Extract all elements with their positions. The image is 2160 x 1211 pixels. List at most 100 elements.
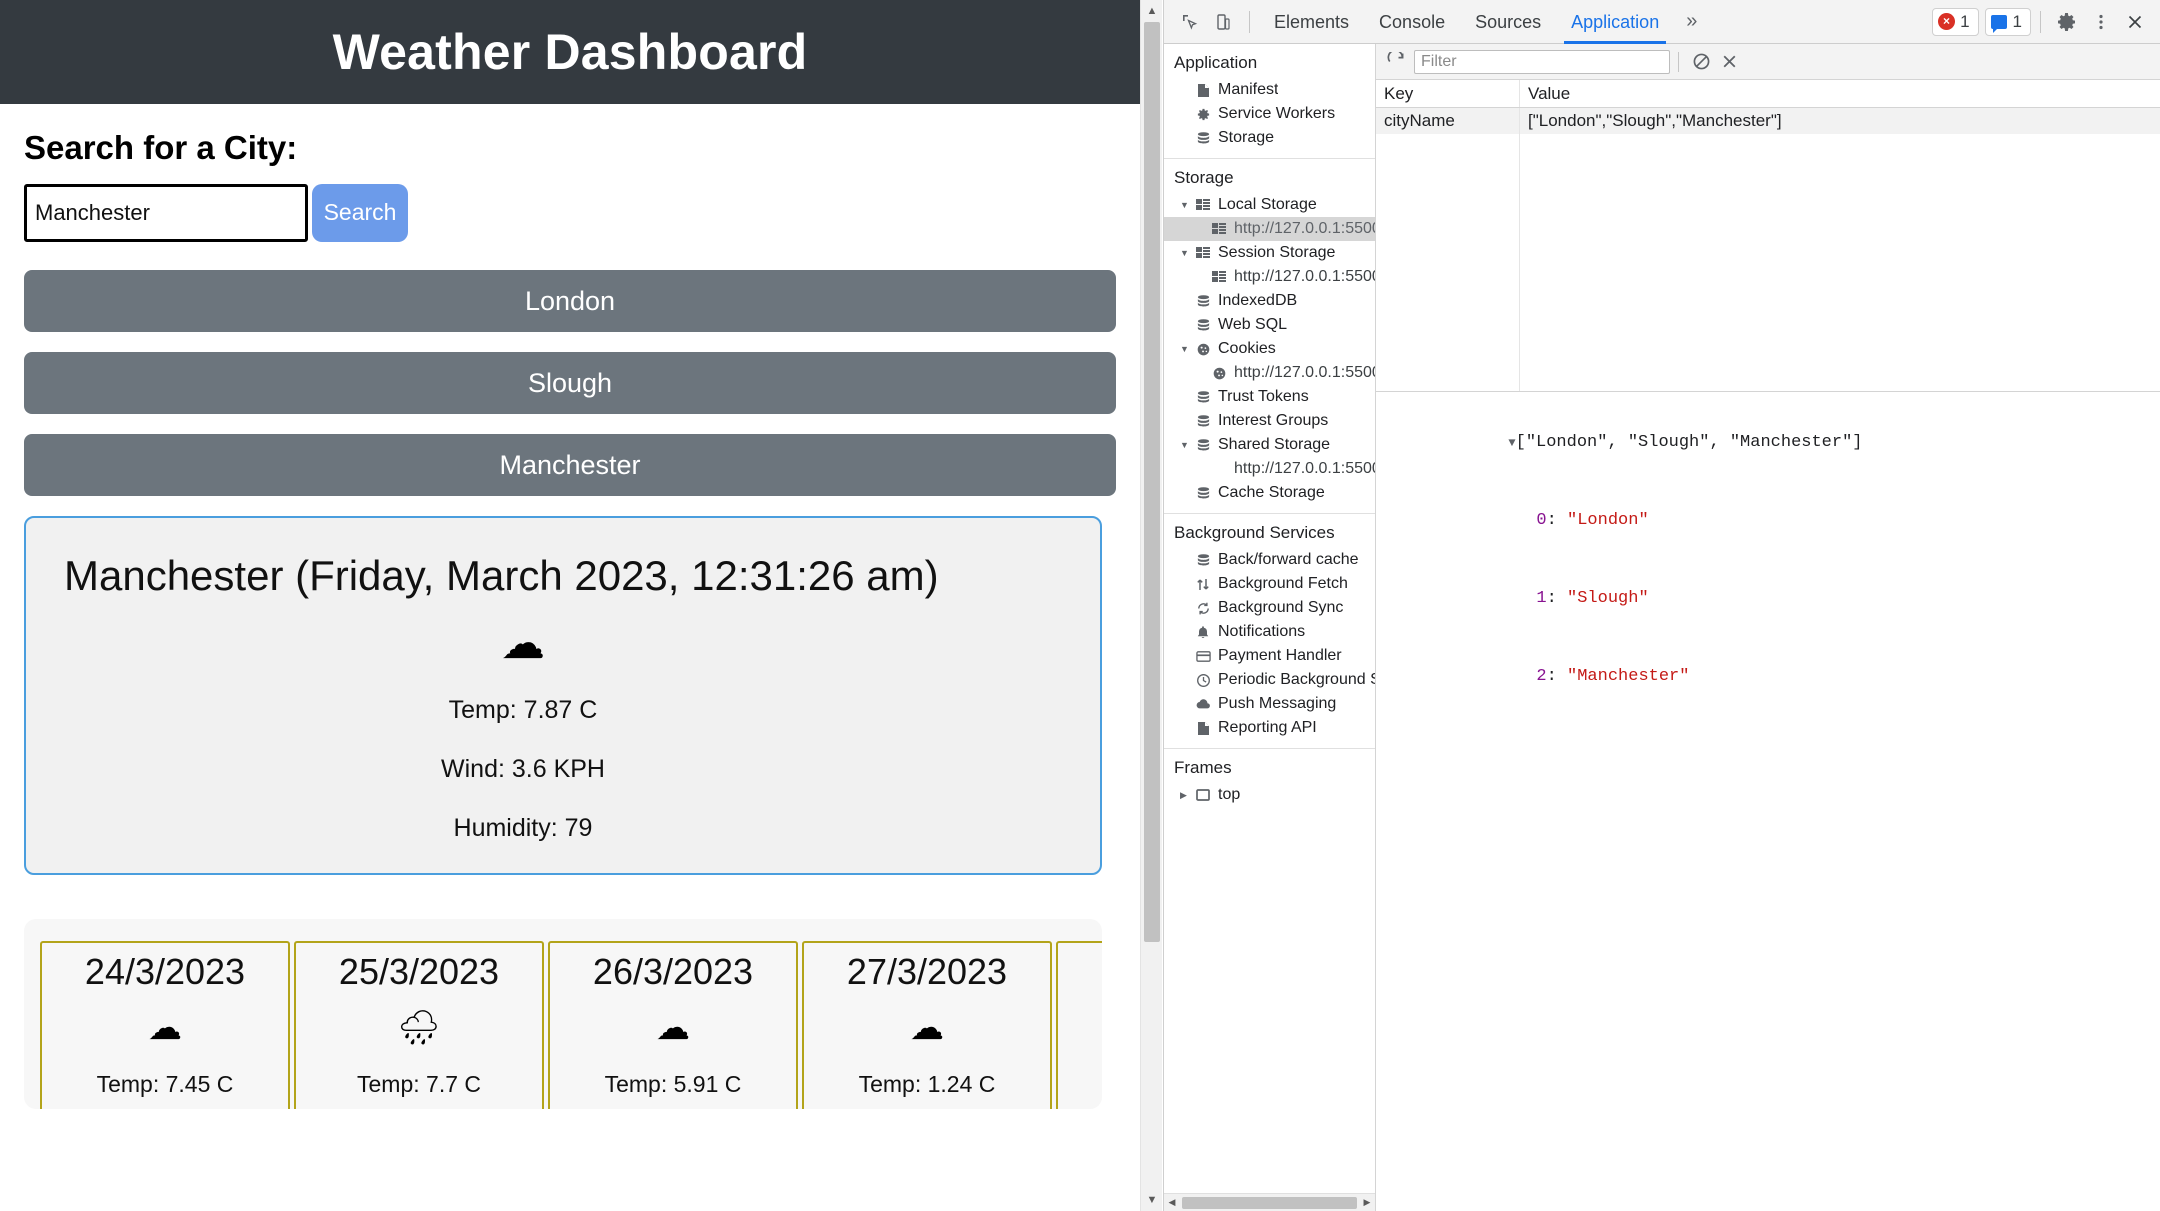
sidebar-item-cookies-origin[interactable]: http://127.0.0.1:5500	[1164, 361, 1375, 385]
sidebar-item-local-storage[interactable]: ▼ Local Storage	[1164, 193, 1375, 217]
sidebar-item-label: Cookies	[1218, 340, 1276, 357]
forecast-card: 27/3/2023 ☁ Temp: 1.24 C	[802, 940, 1052, 1109]
refresh-icon[interactable]	[1382, 49, 1410, 75]
document-icon	[1194, 721, 1212, 736]
sidebar-item-payment-handler[interactable]: Payment Handler	[1164, 644, 1375, 668]
search-button[interactable]: Search	[312, 183, 408, 242]
sidebar-item-notifications[interactable]: Notifications	[1164, 620, 1375, 644]
storage-key-value-table: Key Value cityName ["London","Slough","M…	[1376, 80, 2160, 392]
preview-entry-index: 0	[1536, 511, 1547, 530]
sidebar-item-local-storage-origin[interactable]: http://127.0.0.1:5500/	[1164, 217, 1375, 241]
sidebar-item-label: http://127.0.0.1:5500	[1234, 364, 1375, 381]
preview-root-line[interactable]: ▼["London", "Slough", "Manchester"]	[1386, 404, 2160, 482]
sidebar-item-session-storage[interactable]: ▼ Session Storage	[1164, 241, 1375, 265]
error-count-badge[interactable]: × 1	[1932, 7, 1979, 36]
city-button-slough[interactable]: Slough	[24, 351, 1116, 414]
scroll-up-arrow-icon[interactable]: ▲	[1141, 0, 1163, 22]
sidebar-item-back-forward-cache[interactable]: Back/forward cache	[1164, 548, 1375, 572]
sidebar-item-cache-storage[interactable]: Cache Storage	[1164, 481, 1375, 505]
city-button-manchester[interactable]: Manchester	[24, 433, 1116, 496]
table-empty-area	[1376, 134, 2160, 391]
device-toolbar-icon[interactable]	[1206, 6, 1240, 38]
sidebar-item-label: Shared Storage	[1218, 436, 1331, 453]
rain-cloud-icon: 🌧	[397, 1008, 441, 1047]
preview-entry: 0: "London"	[1536, 511, 1649, 530]
toolbar-divider	[1678, 51, 1679, 72]
sidebar-item-web-sql[interactable]: Web SQL	[1164, 313, 1375, 337]
inspect-element-icon[interactable]	[1172, 6, 1206, 38]
sidebar-item-label: Local Storage	[1218, 196, 1317, 213]
clock-icon	[1194, 673, 1212, 688]
sidebar-scroll: Application Manifest Service Workers Sto…	[1164, 44, 1375, 1193]
sidebar-item-reporting-api[interactable]: Reporting API	[1164, 716, 1375, 740]
sidebar-item-label: http://127.0.0.1:5500	[1234, 460, 1375, 477]
sidebar-item-periodic-background-sync[interactable]: Periodic Background Sync	[1164, 668, 1375, 692]
sidebar-item-top-frame[interactable]: ▶ top	[1164, 783, 1375, 807]
table-icon	[1210, 223, 1228, 235]
search-input[interactable]	[24, 183, 308, 242]
scroll-right-arrow-icon[interactable]: ▶	[1359, 1197, 1375, 1208]
sidebar-item-label: Manifest	[1218, 81, 1279, 98]
tab-elements[interactable]: Elements	[1259, 0, 1364, 44]
error-count: 1	[1960, 11, 1970, 31]
preview-root-value: ["London", "Slough", "Manchester"]	[1515, 433, 1863, 452]
sidebar-item-session-storage-origin[interactable]: http://127.0.0.1:5500/	[1164, 265, 1375, 289]
database-icon	[1194, 414, 1212, 429]
sidebar-item-push-messaging[interactable]: Push Messaging	[1164, 692, 1375, 716]
sidebar-item-trust-tokens[interactable]: Trust Tokens	[1164, 385, 1375, 409]
scrollbar-thumb[interactable]	[1182, 1196, 1357, 1209]
no-entry-icon[interactable]	[1687, 49, 1715, 75]
tab-sources[interactable]: Sources	[1460, 0, 1556, 44]
toolbar-divider	[1249, 10, 1250, 33]
column-header-value[interactable]: Value	[1520, 84, 2160, 104]
chevron-down-icon[interactable]: ▼	[1180, 344, 1194, 354]
chevron-down-icon[interactable]: ▼	[1180, 248, 1194, 258]
filter-input[interactable]	[1414, 49, 1670, 74]
sidebar-item-label: Back/forward cache	[1218, 551, 1359, 568]
sidebar-section-frames: Frames	[1174, 758, 1232, 777]
table-row[interactable]: cityName ["London","Slough","Manchester"…	[1376, 108, 2160, 134]
tab-application[interactable]: Application	[1556, 0, 1674, 44]
chevron-down-icon[interactable]: ▼	[1180, 440, 1194, 450]
card-icon	[1194, 650, 1212, 663]
devtools-toolbar: Elements Console Sources Application » ×…	[1164, 0, 2160, 44]
preview-entry: 1: "Slough"	[1536, 589, 1649, 608]
table-icon	[1194, 199, 1212, 211]
forecast-date: 25/3/2023	[338, 950, 500, 992]
forecast-date: 24/3/2023	[84, 950, 246, 992]
chevron-right-icon[interactable]: ▶	[1180, 790, 1194, 801]
sidebar-horizontal-scrollbar[interactable]: ◀ ▶	[1164, 1193, 1375, 1211]
sidebar-item-manifest[interactable]: Manifest	[1164, 78, 1375, 102]
sidebar-item-label: top	[1218, 786, 1241, 803]
cloud-icon: ☁	[656, 1008, 690, 1047]
warning-count-badge[interactable]: 1	[1984, 7, 2031, 36]
error-icon: ×	[1938, 13, 1956, 30]
sidebar-item-service-workers[interactable]: Service Workers	[1164, 102, 1375, 126]
close-icon[interactable]	[1715, 49, 1743, 75]
forecast-card: 24/3/2023 ☁ Temp: 7.45 C	[40, 940, 290, 1109]
preview-entry-index: 2	[1536, 667, 1547, 686]
column-header-key[interactable]: Key	[1376, 80, 1520, 107]
sidebar-item-shared-storage[interactable]: ▼ Shared Storage	[1164, 433, 1375, 457]
scrollbar-thumb[interactable]	[1144, 22, 1160, 942]
scroll-down-arrow-icon[interactable]: ▼	[1141, 1189, 1163, 1211]
chevron-down-icon[interactable]: ▼	[1180, 200, 1194, 210]
close-devtools-icon[interactable]	[2118, 6, 2152, 38]
sidebar-item-storage[interactable]: Storage	[1164, 126, 1375, 150]
scroll-left-arrow-icon[interactable]: ◀	[1164, 1197, 1180, 1208]
search-row: Search	[24, 183, 1116, 242]
city-button-london[interactable]: London	[24, 269, 1116, 332]
tab-console[interactable]: Console	[1364, 0, 1460, 44]
gear-icon[interactable]	[2050, 6, 2084, 38]
sidebar-item-indexeddb[interactable]: IndexedDB	[1164, 289, 1375, 313]
sidebar-item-background-fetch[interactable]: Background Fetch	[1164, 572, 1375, 596]
more-options-icon[interactable]	[2084, 6, 2118, 38]
more-tabs-icon[interactable]: »	[1674, 10, 1709, 33]
city-history-list: London Slough Manchester	[24, 269, 1116, 496]
sidebar-item-cookies[interactable]: ▼ Cookies	[1164, 337, 1375, 361]
chevron-down-icon[interactable]: ▼	[1508, 436, 1515, 450]
page-vertical-scrollbar[interactable]: ▲ ▼	[1140, 0, 1162, 1211]
sidebar-item-background-sync[interactable]: Background Sync	[1164, 596, 1375, 620]
sidebar-item-interest-groups[interactable]: Interest Groups	[1164, 409, 1375, 433]
sidebar-item-shared-storage-origin[interactable]: http://127.0.0.1:5500	[1164, 457, 1375, 481]
